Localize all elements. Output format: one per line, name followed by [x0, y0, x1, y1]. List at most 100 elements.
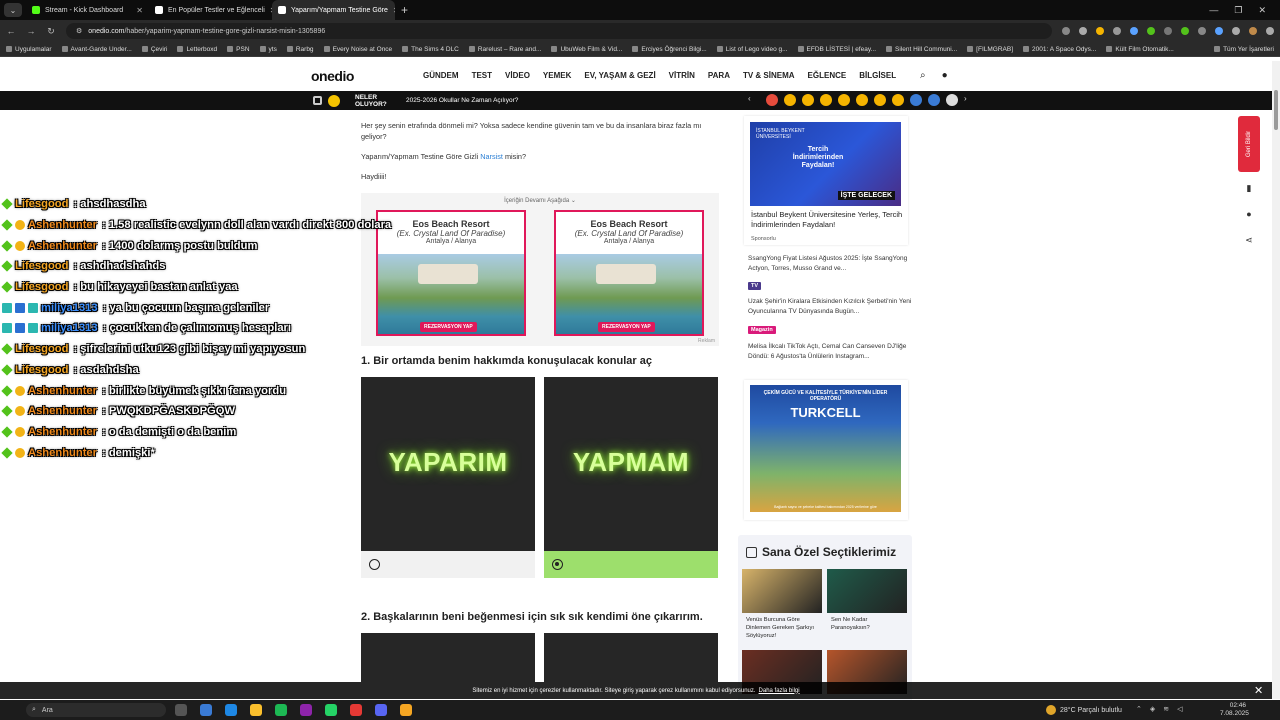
- taskbar-app-icon[interactable]: [400, 704, 412, 716]
- option-card-yapmam[interactable]: YAPMAM: [544, 377, 718, 551]
- radio-button-selected[interactable]: [552, 559, 563, 570]
- nav-item[interactable]: VİDEO: [505, 71, 530, 80]
- nav-item[interactable]: TEST: [472, 71, 492, 80]
- reaction-emoji-icon[interactable]: [820, 94, 832, 106]
- ticker-headline[interactable]: 2025-2026 Okullar Ne Zaman Açılıyor?: [406, 97, 518, 104]
- bookmark-item[interactable]: The Sims 4 DLC: [402, 46, 459, 53]
- reaction-emoji-icon[interactable]: [928, 94, 940, 106]
- university-ad[interactable]: İSTANBUL BEYKENT ÜNİVERSİTESİ Tercih İnd…: [744, 116, 908, 245]
- network-icon[interactable]: ◈: [1150, 705, 1155, 713]
- reaction-emoji-icon[interactable]: [892, 94, 904, 106]
- reaction-emoji-icon[interactable]: [910, 94, 922, 106]
- narsist-link[interactable]: Narsist: [480, 152, 503, 161]
- taskbar-app-icon[interactable]: [375, 704, 387, 716]
- close-icon[interactable]: ✕: [136, 6, 143, 15]
- extension-icon[interactable]: [1164, 27, 1172, 35]
- chat-username[interactable]: Ashenhunter: [28, 385, 97, 397]
- comment-icon[interactable]: ●: [1244, 209, 1254, 219]
- reaction-emoji-icon[interactable]: [838, 94, 850, 106]
- extension-icon[interactable]: [1181, 27, 1189, 35]
- reaction-emoji-icon[interactable]: [874, 94, 886, 106]
- cookie-more-link[interactable]: Daha fazla bilgi: [759, 688, 800, 694]
- bookmark-item[interactable]: Silent Hill Communi...: [886, 46, 957, 53]
- extension-icon[interactable]: [1198, 27, 1206, 35]
- share-icon[interactable]: ⋖: [1244, 235, 1254, 245]
- chat-username[interactable]: Ashenhunter: [28, 219, 97, 231]
- install-icon[interactable]: [1062, 27, 1070, 35]
- reaction-emoji-icon[interactable]: [784, 94, 796, 106]
- bookmark-item[interactable]: Çeviri: [141, 46, 167, 53]
- extensions-puzzle-icon[interactable]: [1232, 27, 1240, 35]
- profile-avatar[interactable]: [1249, 27, 1257, 35]
- reaction-emoji-icon[interactable]: [856, 94, 868, 106]
- menu-icon[interactable]: [1266, 27, 1274, 35]
- back-icon[interactable]: ←: [6, 26, 16, 36]
- grid-icon[interactable]: [313, 96, 322, 105]
- taskbar-clock[interactable]: 02:46 7.08.2025: [1220, 702, 1249, 718]
- nav-item[interactable]: VİTRİN: [669, 71, 695, 80]
- chat-username[interactable]: Ashenhunter: [28, 426, 97, 438]
- tab-search-button[interactable]: ⌄: [4, 3, 22, 17]
- weather-widget[interactable]: 28°C Parçalı bulutlu: [1046, 705, 1122, 715]
- close-icon[interactable]: ✕: [1254, 684, 1263, 697]
- page-scrollbar[interactable]: [1272, 61, 1280, 699]
- taskbar-app-icon[interactable]: [175, 704, 187, 716]
- hotel-ad[interactable]: Eos Beach Resort (Ex. Crystal Land Of Pa…: [554, 210, 704, 336]
- tab-onedio-tests[interactable]: En Popüler Testler ve Eğlenceli ✕: [149, 0, 272, 20]
- bookmark-item[interactable]: 2001: A Space Odys...: [1023, 46, 1096, 53]
- user-icon[interactable]: ●: [942, 70, 948, 81]
- nav-item[interactable]: GÜNDEM: [423, 71, 459, 80]
- forward-icon[interactable]: →: [26, 26, 36, 36]
- wifi-icon[interactable]: ≋: [1163, 705, 1169, 713]
- option-card[interactable]: [544, 633, 718, 682]
- sidebar-news-item[interactable]: Uzak Şehir'in Kiralara Etkisinden Kızılc…: [748, 297, 912, 317]
- nav-item[interactable]: EV, YAŞAM & GEZİ: [584, 71, 655, 80]
- bookmark-icon[interactable]: ▮: [1244, 183, 1254, 193]
- bookmark-item[interactable]: Every Noise at Once: [323, 46, 392, 53]
- bookmark-item[interactable]: Rarbg: [286, 46, 314, 53]
- scrollbar-thumb[interactable]: [1274, 90, 1278, 130]
- hotel-ad[interactable]: Eos Beach Resort (Ex. Crystal Land Of Pa…: [376, 210, 526, 336]
- reaction-emoji-icon[interactable]: [802, 94, 814, 106]
- chat-username[interactable]: Ashenhunter: [28, 447, 97, 459]
- reload-icon[interactable]: ↻: [46, 26, 56, 37]
- extension-icon[interactable]: [1130, 27, 1138, 35]
- ad-caption[interactable]: İstanbul Beykent Üniversitesine Yerleş, …: [751, 210, 903, 230]
- taskbar-app-icon[interactable]: [350, 704, 362, 716]
- nav-item[interactable]: TV & SİNEMA: [743, 71, 795, 80]
- option-footer[interactable]: [361, 551, 535, 578]
- close-window-icon[interactable]: ✕: [1258, 5, 1266, 16]
- reaction-emoji-icon[interactable]: [946, 94, 958, 106]
- bookmark-item[interactable]: Kült Film Otomatik...: [1106, 46, 1174, 53]
- bookmark-star-icon[interactable]: [1079, 27, 1087, 35]
- bookmark-item[interactable]: UbuWeb Film & Vid...: [551, 46, 622, 53]
- extension-icon[interactable]: [1113, 27, 1121, 35]
- turkcell-ad[interactable]: ÇEKİM GÜCÜ VE KALİTESİYLE TÜRKİYE'NİN Lİ…: [744, 380, 908, 520]
- chevron-up-icon[interactable]: ⌃: [1136, 705, 1142, 713]
- bookmark-item[interactable]: [FILMGRAB]: [967, 46, 1013, 53]
- extension-icon[interactable]: [1147, 27, 1155, 35]
- option-card[interactable]: [361, 633, 535, 682]
- nav-item[interactable]: EĞLENCE: [808, 71, 847, 80]
- taskbar-app-icon[interactable]: [250, 704, 262, 716]
- radio-button[interactable]: [369, 559, 380, 570]
- reservation-button[interactable]: REZERVASYON YAP: [420, 322, 477, 332]
- bookmark-item[interactable]: Uygulamalar: [6, 46, 52, 53]
- feedback-button[interactable]: Geri Bildir: [1238, 116, 1260, 172]
- recommended-item[interactable]: Venüs Burcuna Göre Dinlemen Gereken Şark…: [742, 569, 822, 640]
- bookmark-item[interactable]: Erciyes Öğrenci Bilgi...: [632, 46, 707, 53]
- nav-item[interactable]: BİLGİSEL: [859, 71, 896, 80]
- volume-icon[interactable]: ◁: [1177, 705, 1182, 713]
- bookmark-item[interactable]: Rarelust – Rare and...: [468, 46, 541, 53]
- bookmark-item[interactable]: Letterboxd: [177, 46, 217, 53]
- sidebar-news-item[interactable]: Melisa İlkcalı TikTok Açtı, Cemal Can Ca…: [748, 342, 912, 362]
- search-icon[interactable]: ⌕: [920, 70, 926, 81]
- minimize-icon[interactable]: —: [1209, 5, 1218, 16]
- site-logo[interactable]: onedio: [311, 68, 354, 84]
- chat-username[interactable]: Lifesgood: [15, 198, 68, 210]
- reservation-button[interactable]: REZERVASYON YAP: [598, 322, 655, 332]
- bookmark-item[interactable]: List of Lego video g...: [716, 46, 788, 53]
- tab-onedio-article[interactable]: Yaparım/Yapmam Testine Göre ✕: [272, 0, 395, 20]
- new-tab-button[interactable]: +: [395, 3, 414, 17]
- chat-username[interactable]: miliya1313: [41, 322, 98, 334]
